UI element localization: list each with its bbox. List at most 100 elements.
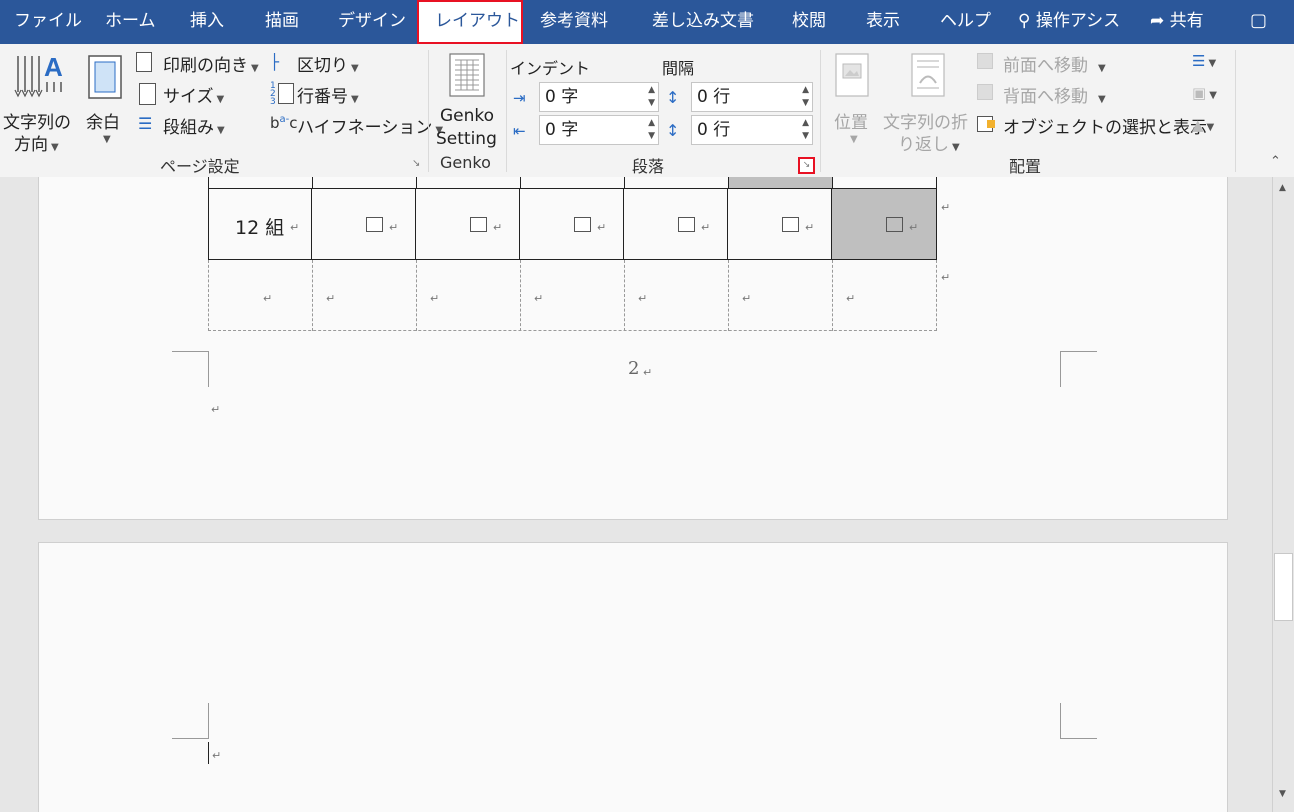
spacing-after-spinner[interactable]: ▲ ▼ (802, 117, 809, 143)
page: 12 組 ↵ ↵ ↵ ↵ ↵ ↵ ↵ ↵ ↵ ↵ ↵ ↵ ↵ ↵ ↵ ↵ 2 ↵… (38, 177, 1228, 520)
checkbox-square[interactable] (886, 217, 903, 232)
spacing-before-input[interactable]: 0 行 ▲ ▼ (691, 82, 813, 112)
send-backward-icon (977, 84, 993, 100)
genko-setting-button[interactable]: Genko Setting (434, 50, 502, 150)
indent-right-icon: ⇤ (513, 122, 526, 140)
spacing-before-spinner[interactable]: ▲ ▼ (802, 84, 809, 110)
line-numbers-button[interactable]: 123 行番号 ▼ (270, 81, 370, 108)
tab-view[interactable]: 表示 (866, 0, 900, 44)
tab-file[interactable]: ファイル (14, 0, 82, 44)
empty-table-row[interactable] (208, 260, 937, 331)
checkbox-square[interactable] (678, 217, 695, 232)
table-cell[interactable]: ↵ (416, 188, 520, 260)
table-cell[interactable]: ↵ (520, 188, 624, 260)
checkbox-square[interactable] (470, 217, 487, 232)
cell-mark: ↵ (263, 292, 273, 305)
margins-dropdown-icon: ▼ (103, 134, 111, 145)
group-separator (1235, 50, 1236, 172)
spacing-before-icon: ↕ (666, 88, 680, 107)
checkbox-square[interactable] (574, 217, 591, 232)
checkbox-square[interactable] (366, 217, 383, 232)
tab-insert[interactable]: 挿入 (190, 0, 224, 44)
share-button[interactable]: ➦ 共有 (1150, 0, 1204, 44)
page-number: 2 (628, 358, 640, 379)
row-end-mark: ↵ (941, 201, 951, 214)
comments-icon[interactable]: ▢ (1250, 0, 1267, 44)
page-setup-group-label: ページ設定 (160, 157, 240, 176)
shaded-cell (728, 177, 832, 188)
wrap-text-button[interactable]: 文字列の折 り返し ▼ (882, 50, 974, 155)
arrange-group-label: 配置 (1009, 157, 1042, 176)
rotate-icon[interactable]: ▲ ▼ (1192, 116, 1214, 134)
indent-right-spinner[interactable]: ▲ ▼ (648, 117, 655, 143)
document-canvas: 12 組 ↵ ↵ ↵ ↵ ↵ ↵ ↵ ↵ ↵ ↵ ↵ ↵ ↵ ↵ ↵ ↵ 2 ↵… (0, 177, 1272, 812)
cell-mark: ↵ (805, 221, 815, 234)
table-cell[interactable]: 12 組 ↵ (208, 188, 312, 260)
table-cell[interactable]: ↵ (728, 188, 832, 260)
position-icon (835, 53, 869, 97)
send-backward-button[interactable]: 背面へ移動 ▼ (977, 81, 1117, 107)
vertical-scrollbar[interactable]: ▲ ▼ (1272, 177, 1294, 812)
columns-button[interactable]: ☰ 段組み ▼ (136, 112, 236, 139)
ribbon: A 文字列の 方向 ▼ 余白 ▼ 印刷の向き ▼ サイズ ▼ ☰ 段組み ▼ ├ 区切り… (0, 44, 1294, 178)
scroll-down-icon[interactable]: ▼ (1279, 789, 1286, 799)
cell-mark: ↵ (493, 221, 503, 234)
cell-mark: ↵ (534, 292, 544, 305)
spacing-after-input[interactable]: 0 行 ▲ ▼ (691, 115, 813, 145)
tab-design[interactable]: デザイン (338, 0, 406, 44)
paragraph-mark: ↵ (643, 366, 653, 379)
tab-mailings[interactable]: 差し込み文書 (652, 0, 754, 44)
indent-left-spinner[interactable]: ▲ ▼ (648, 84, 655, 110)
table-cell[interactable]: ↵ (312, 188, 416, 260)
table-cell[interactable]: ↵ (624, 188, 728, 260)
cell-mark: ↵ (389, 221, 399, 234)
checkbox-square[interactable] (782, 217, 799, 232)
indent-right-input[interactable]: 0 字 ▲ ▼ (539, 115, 659, 145)
position-button[interactable]: 位置 ▼ (826, 50, 878, 150)
columns-label: 段組み ▼ (163, 118, 225, 138)
wrap-text-icon (911, 53, 945, 97)
collapse-ribbon-icon[interactable]: ⌃ (1270, 154, 1281, 169)
hyphenation-label: ハイフネーション ▼ (297, 118, 444, 138)
line-numbers-icon: 123 (270, 81, 276, 107)
bring-forward-button[interactable]: 前面へ移動 ▼ (977, 50, 1117, 76)
crop-mark (1060, 703, 1097, 739)
selection-pane-button[interactable]: オブジェクトの選択と表示 (977, 112, 1207, 138)
tab-home[interactable]: ホーム (105, 0, 156, 44)
cell-mark: ↵ (638, 292, 648, 305)
crop-mark (1060, 351, 1097, 387)
breaks-button[interactable]: ├ 区切り ▼ (270, 50, 370, 76)
tab-review[interactable]: 校閲 (792, 0, 826, 44)
text-direction-button[interactable]: A 文字列の 方向 ▼ (3, 50, 82, 155)
group-objects-icon[interactable]: ▣ ▼ (1192, 84, 1217, 102)
align-icon[interactable]: ☰ ▼ (1192, 52, 1216, 70)
crop-mark (172, 351, 209, 387)
margins-button[interactable]: 余白 ▼ (84, 50, 126, 150)
tab-help[interactable]: ヘルプ (940, 0, 991, 44)
tell-me-label: 操作アシス (1035, 11, 1121, 31)
tab-references[interactable]: 参考資料 (540, 0, 608, 44)
size-button[interactable]: サイズ ▼ (136, 81, 236, 107)
scroll-thumb[interactable] (1274, 553, 1293, 621)
page-setup-dialog-launcher[interactable]: ↘ (412, 158, 420, 169)
indent-left-input[interactable]: 0 字 ▲ ▼ (539, 82, 659, 112)
paragraph-dialog-launcher[interactable]: ↘ (798, 157, 815, 174)
cell-mark: ↵ (909, 221, 919, 234)
spacing-before-value: 0 行 (697, 87, 731, 107)
tab-draw[interactable]: 描画 (265, 0, 299, 44)
genko-group-label: Genko (440, 153, 491, 172)
text-direction-icon: A (14, 52, 63, 98)
share-icon: ➦ (1150, 11, 1165, 31)
tell-me-search[interactable]: ⚲ 操作アシス (1018, 0, 1120, 44)
tab-layout[interactable]: レイアウト (417, 0, 523, 44)
size-label: サイズ ▼ (163, 87, 225, 107)
position-label: 位置 (834, 113, 868, 133)
selection-pane-label: オブジェクトの選択と表示 (1003, 118, 1207, 138)
columns-icon: ☰ (138, 114, 153, 133)
hyphenation-button[interactable]: ba-c ハイフネーション ▼ (270, 112, 443, 138)
scroll-up-icon[interactable]: ▲ (1279, 183, 1286, 193)
group-separator (820, 50, 821, 172)
shaded-cell[interactable]: ↵ (832, 188, 937, 260)
orientation-button[interactable]: 印刷の向き ▼ (136, 50, 264, 76)
cell-mark: ↵ (597, 221, 607, 234)
